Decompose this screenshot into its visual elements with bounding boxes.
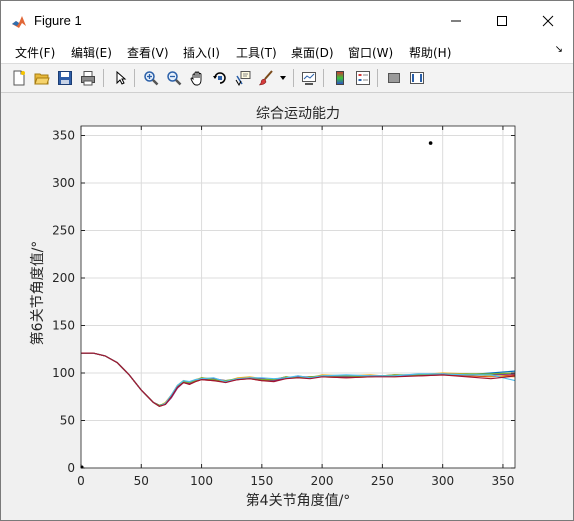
rotate-3d-icon <box>213 72 226 84</box>
y-axis-label: 第6关节角度值/° <box>29 241 46 346</box>
data-point <box>428 141 433 145</box>
figure-toolbar <box>1 63 573 93</box>
show-plot-tools-icon <box>410 72 424 84</box>
x-tick-label: 200 <box>311 474 334 488</box>
save-icon <box>58 71 72 85</box>
menu-tools[interactable]: 工具(T) <box>236 44 277 61</box>
legend-icon <box>356 71 370 85</box>
y-tick-label: 150 <box>52 319 75 333</box>
open-file-button[interactable] <box>32 67 52 89</box>
figure-canvas: 综合运动能力 第4关节角度值/° 第6关节角度值/° 0 50 100 150 200 2… <box>9 93 565 514</box>
toolbar-separator <box>293 69 294 87</box>
brush-dropdown-icon <box>280 76 286 80</box>
brush-dropdown-button[interactable] <box>277 67 289 89</box>
y-tick-label: 250 <box>52 224 75 238</box>
new-figure-icon <box>13 70 25 86</box>
menu-bar: 文件(F) 编辑(E) 查看(V) 插入(I) 工具(T) 桌面(D) 窗口(W… <box>1 41 573 63</box>
menu-desktop[interactable]: 桌面(D) <box>291 44 334 61</box>
x-tick-label: 250 <box>371 474 394 488</box>
dock-arrow-icon[interactable]: ↘ <box>555 44 563 55</box>
plot-area <box>81 126 515 468</box>
zoom-in-button[interactable] <box>141 67 161 89</box>
x-tick-label: 350 <box>491 474 514 488</box>
menu-edit[interactable]: 编辑(E) <box>71 44 112 61</box>
hide-plot-tools-button[interactable] <box>384 67 404 89</box>
matlab-logo-icon <box>12 16 26 28</box>
y-tick-label: 100 <box>52 366 75 380</box>
zoom-in-icon <box>144 71 159 86</box>
legend-button[interactable] <box>353 67 373 89</box>
menu-view[interactable]: 查看(V) <box>127 44 169 61</box>
figure-window: Figure 1 文件(F) 编辑(E) 查看(V) 插入(I) 工具(T) 桌… <box>0 0 574 521</box>
toolbar-separator <box>103 69 104 87</box>
chart[interactable]: 综合运动能力 第4关节角度值/° 第6关节角度值/° 0 50 100 150 200 2… <box>9 93 565 514</box>
minimize-icon <box>451 20 461 22</box>
pointer-button[interactable] <box>110 67 130 89</box>
x-tick-label: 150 <box>250 474 273 488</box>
y-tick-label: 0 <box>67 461 75 475</box>
toolbar-separator <box>377 69 378 87</box>
close-icon <box>542 15 554 27</box>
title-bar[interactable]: Figure 1 <box>1 1 573 41</box>
chart-title: 综合运动能力 <box>256 106 340 122</box>
brush-icon <box>258 70 273 86</box>
pan-button[interactable] <box>187 67 207 89</box>
brush-button[interactable] <box>256 67 276 89</box>
hide-plot-tools-icon <box>388 73 400 83</box>
zoom-out-button[interactable] <box>164 67 184 89</box>
menu-help[interactable]: 帮助(H) <box>409 44 451 61</box>
close-button[interactable] <box>525 1 571 41</box>
data-cursor-button[interactable] <box>233 67 253 89</box>
maximize-icon <box>497 16 507 26</box>
colorbar-button[interactable] <box>330 67 350 89</box>
show-plot-tools-button[interactable] <box>407 67 427 89</box>
y-tick-label: 200 <box>52 271 75 285</box>
origin-point <box>80 465 84 469</box>
pan-icon <box>190 71 202 86</box>
colorbar-icon <box>336 71 344 85</box>
menu-insert[interactable]: 插入(I) <box>183 44 220 61</box>
x-tick-label: 50 <box>134 474 149 488</box>
toolbar-separator <box>323 69 324 87</box>
new-figure-button[interactable] <box>9 67 29 89</box>
zoom-out-icon <box>167 71 182 86</box>
menu-window[interactable]: 窗口(W) <box>348 44 393 61</box>
x-axis-label: 第4关节角度值/° <box>246 492 351 509</box>
x-tick-label: 100 <box>190 474 213 488</box>
window-title: Figure 1 <box>34 13 82 28</box>
data-cursor-icon <box>235 71 251 86</box>
link-plot-button[interactable] <box>299 67 319 89</box>
y-tick-label: 50 <box>60 414 75 428</box>
maximize-button[interactable] <box>479 1 525 41</box>
open-file-icon <box>34 73 50 85</box>
x-tick-label: 0 <box>77 474 85 488</box>
link-plot-icon <box>302 72 316 85</box>
print-icon <box>81 71 95 86</box>
y-tick-label: 350 <box>52 129 75 143</box>
toolbar-separator <box>134 69 135 87</box>
y-tick-label: 300 <box>52 176 75 190</box>
menu-file[interactable]: 文件(F) <box>15 44 55 61</box>
minimize-button[interactable] <box>433 1 479 41</box>
print-button[interactable] <box>78 67 98 89</box>
save-button[interactable] <box>55 67 75 89</box>
rotate-3d-button[interactable] <box>210 67 230 89</box>
pointer-icon <box>116 70 127 85</box>
x-tick-label: 300 <box>431 474 454 488</box>
